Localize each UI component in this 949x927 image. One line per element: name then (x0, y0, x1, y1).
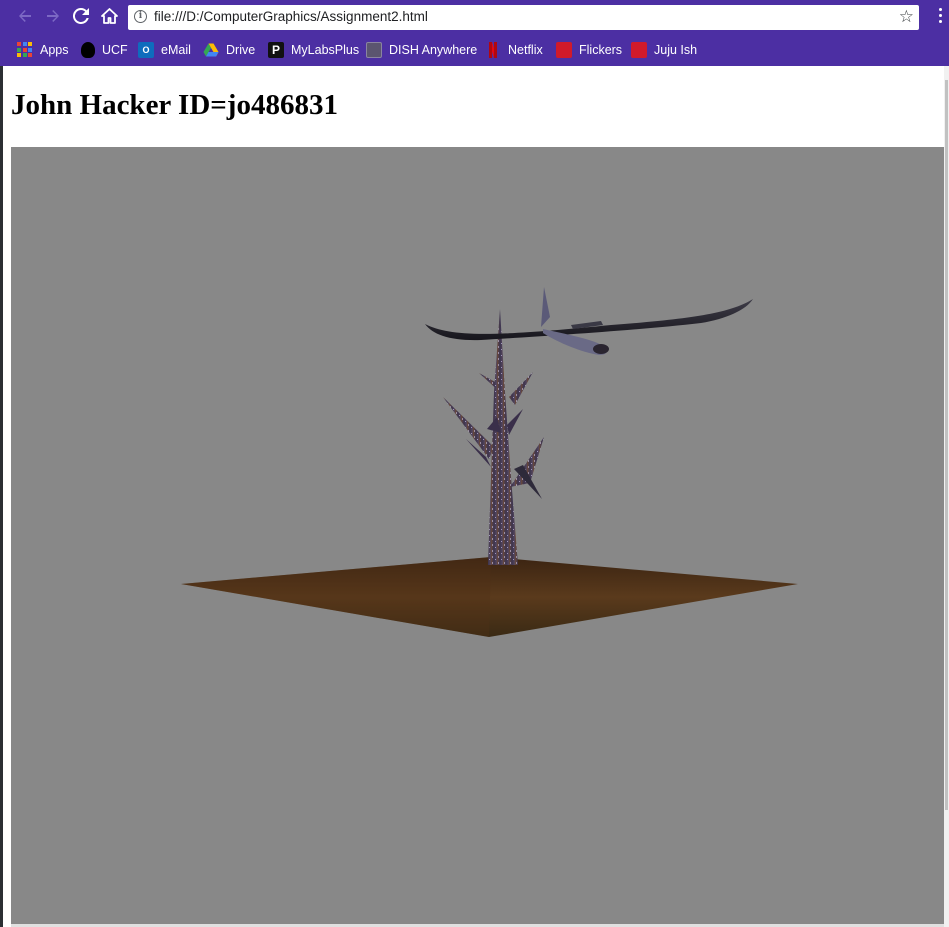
tree-model (443, 309, 544, 565)
star-icon[interactable]: ☆ (899, 7, 914, 27)
kebab-menu-icon[interactable] (935, 8, 945, 28)
bookmark-label: MyLabsPlus (291, 43, 360, 57)
bookmark-label: UCF (102, 43, 128, 57)
webgl-canvas[interactable] (11, 147, 944, 924)
bookmark-ucf[interactable]: UCF (81, 41, 128, 59)
back-button[interactable] (14, 6, 36, 28)
info-icon[interactable]: i (134, 10, 147, 23)
bookmark-label: Flickers (579, 43, 623, 57)
bookmark-jujuish[interactable]: Juju Ish (631, 41, 697, 59)
bookmark-label: Netflix (508, 43, 543, 57)
flickers-icon (556, 42, 572, 58)
bookmark-mylabsplus[interactable]: P MyLabsPlus (268, 41, 359, 59)
mylabsplus-icon: P (268, 42, 284, 58)
google-drive-icon (203, 42, 219, 58)
bookmarks-bar: Apps UCF O eMail Drive P MyLabsPlus DISH… (0, 35, 949, 66)
airplane-model (425, 287, 753, 355)
dish-icon (366, 42, 382, 58)
bookmark-label: DISH Anywhere (389, 43, 478, 57)
bookmark-email[interactable]: O eMail (138, 41, 191, 59)
arrow-right-icon (45, 8, 61, 27)
browser-toolbar: i file:///D:/ComputerGraphics/Assignment… (0, 0, 949, 35)
page-title: John Hacker ID=jo486831 (11, 89, 338, 121)
bookmark-netflix[interactable]: Netflix (485, 41, 543, 59)
netflix-icon (485, 42, 501, 58)
ucf-icon (81, 42, 95, 58)
jujuish-icon (631, 42, 647, 58)
reload-button[interactable] (70, 6, 92, 28)
outlook-icon: O (138, 42, 154, 58)
bookmark-label: eMail (161, 43, 191, 57)
bookmark-label: Apps (40, 43, 69, 57)
home-button[interactable] (98, 6, 120, 28)
scrollbar-thumb[interactable] (945, 80, 948, 810)
bookmark-drive[interactable]: Drive (203, 41, 255, 59)
apps-grid-icon (17, 42, 33, 58)
address-bar[interactable]: i file:///D:/ComputerGraphics/Assignment… (128, 5, 919, 30)
bookmark-flickers[interactable]: Flickers (556, 41, 622, 59)
reload-icon (72, 7, 89, 27)
arrow-left-icon (17, 8, 33, 27)
bookmark-apps[interactable]: Apps (17, 41, 69, 59)
forward-button[interactable] (42, 6, 64, 28)
bookmark-label: Juju Ish (654, 43, 698, 57)
home-icon (100, 7, 118, 27)
bookmark-dish[interactable]: DISH Anywhere (366, 41, 477, 59)
bookmark-label: Drive (226, 43, 256, 57)
window-edge (0, 0, 3, 927)
address-url[interactable]: file:///D:/ComputerGraphics/Assignment2.… (154, 9, 428, 24)
